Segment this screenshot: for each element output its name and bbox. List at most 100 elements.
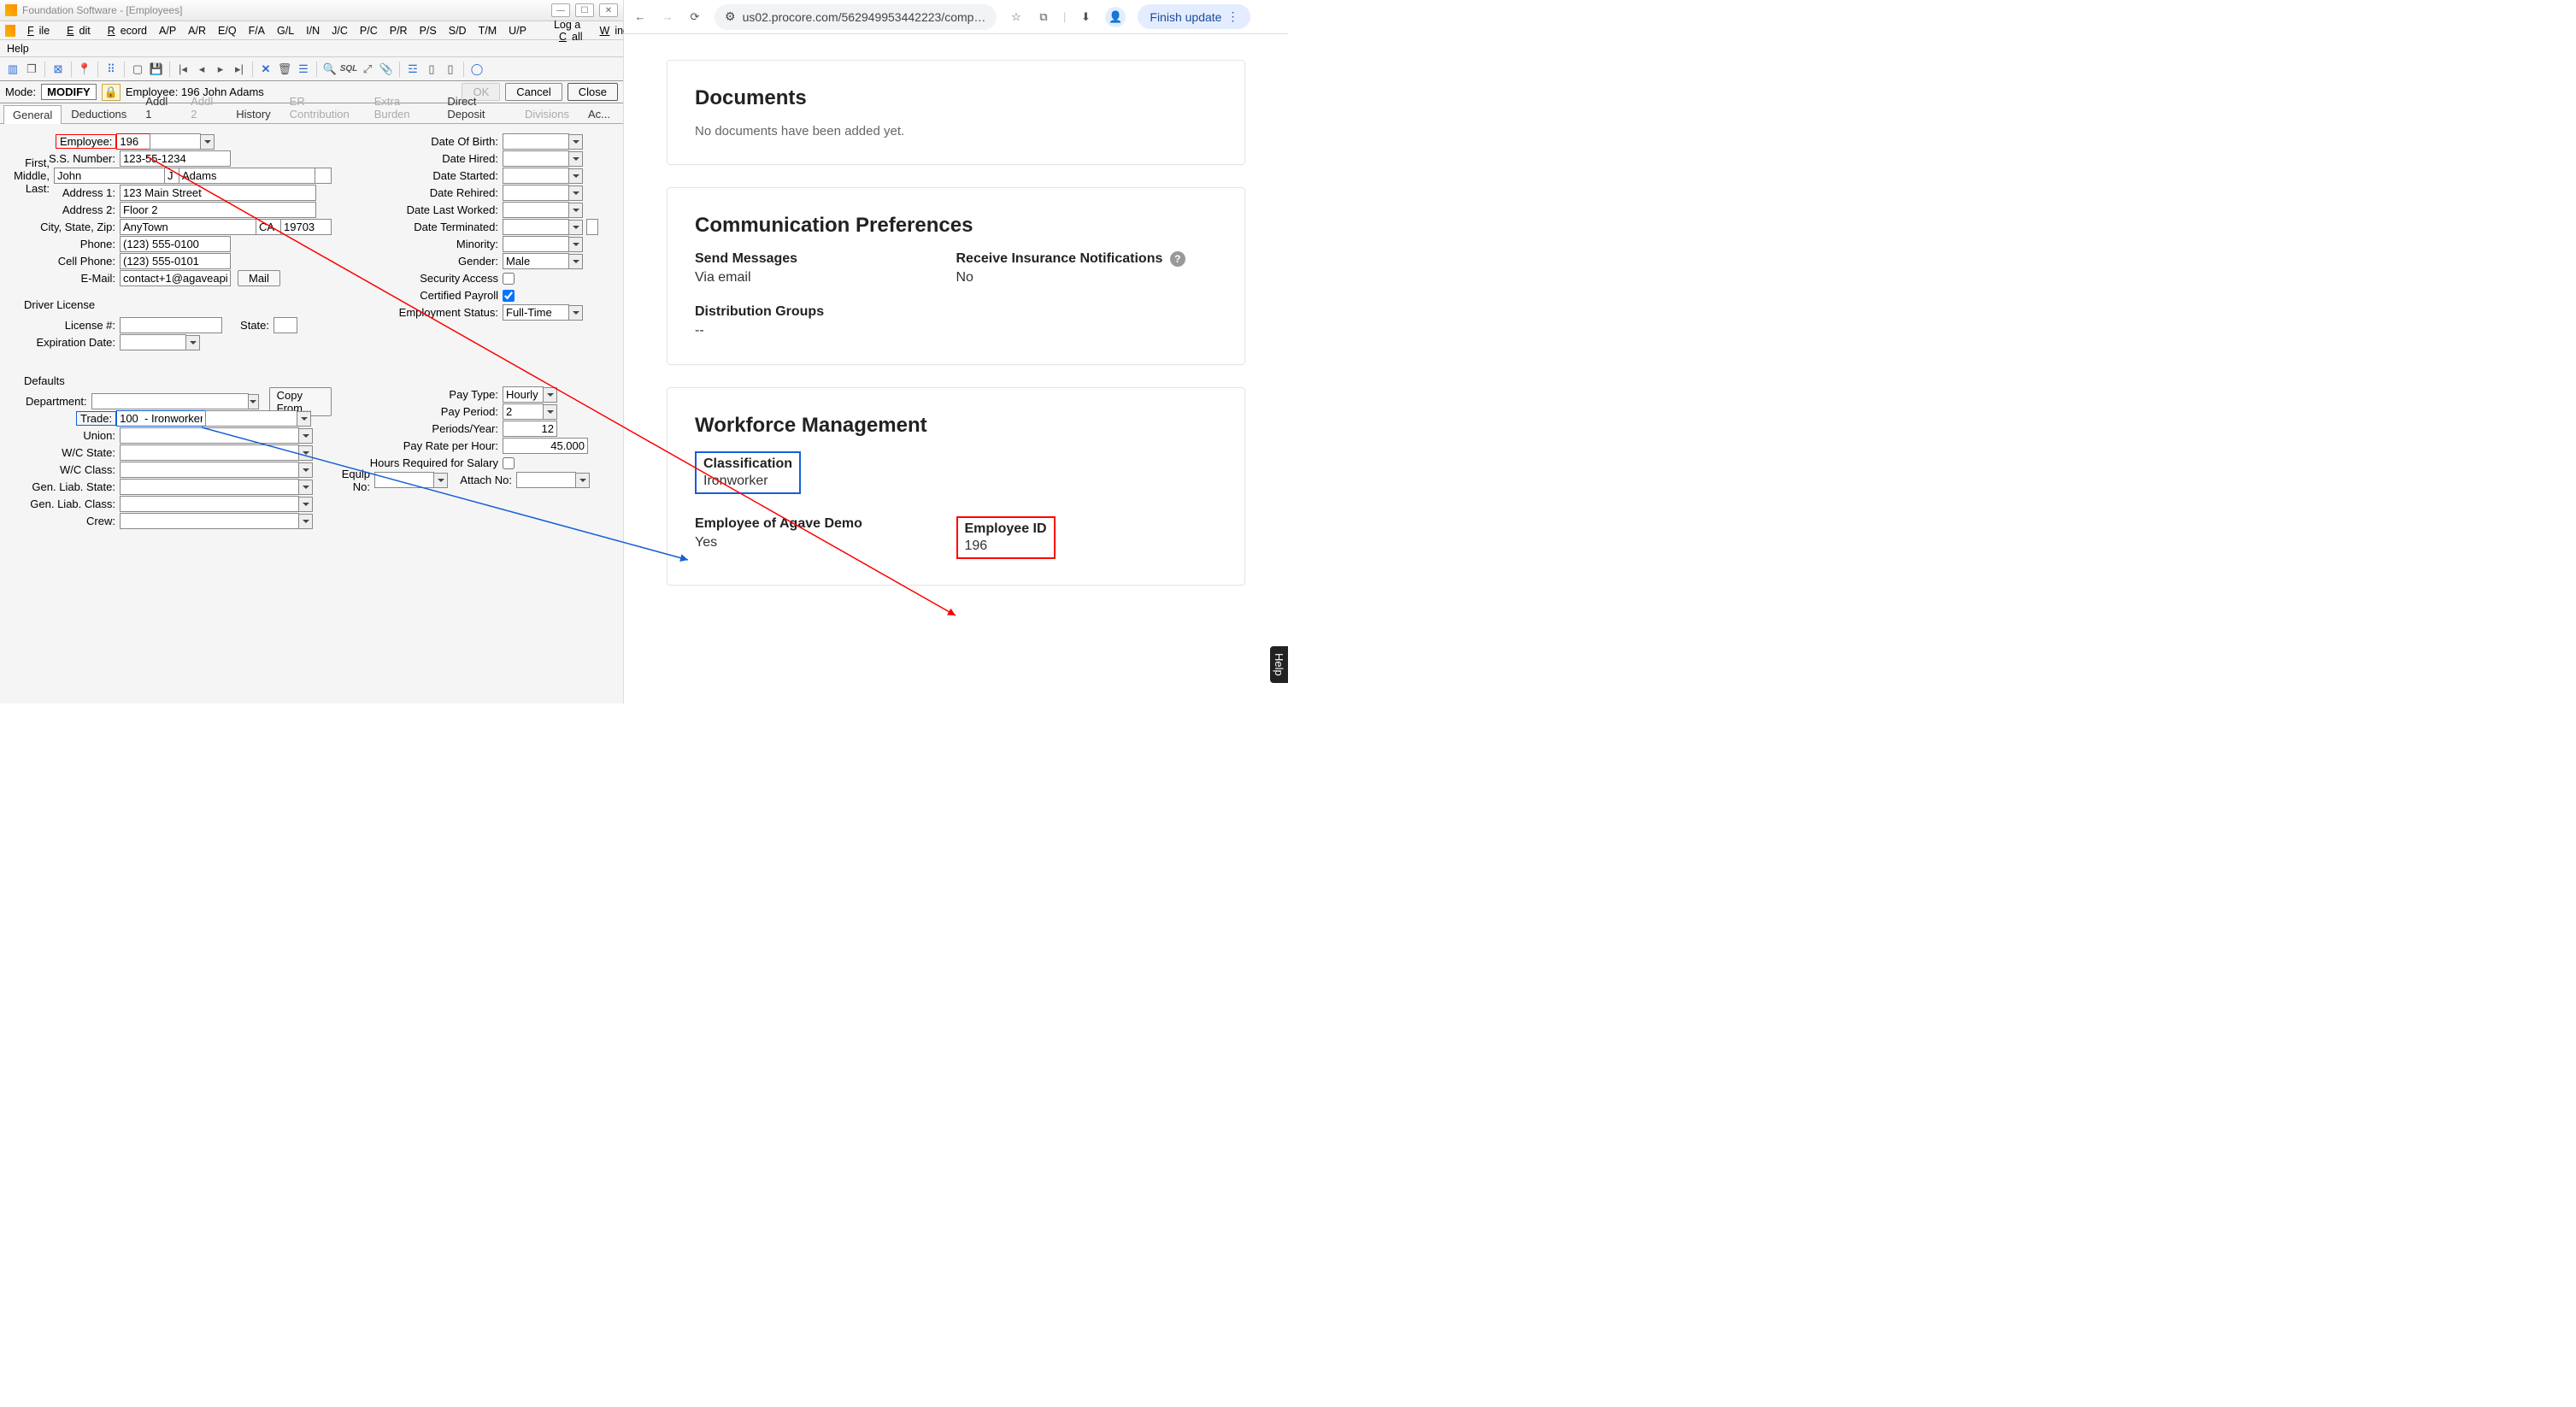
state-field[interactable]: [256, 219, 281, 235]
extension-icon[interactable]: ⧉: [1036, 9, 1051, 25]
maximize-icon[interactable]: ☐: [575, 3, 594, 17]
cell-field[interactable]: [120, 253, 231, 269]
menu-sd[interactable]: S/D: [444, 23, 472, 38]
hired-field[interactable]: [503, 150, 569, 167]
menu-log-call[interactable]: Log a Call: [549, 17, 588, 44]
phone-field[interactable]: [120, 236, 231, 252]
employee-field[interactable]: [116, 133, 150, 150]
menu-ap[interactable]: A/P: [154, 23, 181, 38]
rate-field[interactable]: [503, 438, 588, 454]
crew-field[interactable]: [120, 513, 299, 529]
close-button[interactable]: Close: [568, 83, 618, 101]
finish-update-button[interactable]: Finish update⋮: [1138, 4, 1250, 29]
attach-icon[interactable]: 📎: [379, 62, 394, 77]
doc2-icon[interactable]: ▯: [443, 62, 458, 77]
addr1-field[interactable]: [120, 185, 316, 201]
attach-dd[interactable]: [576, 473, 590, 488]
terminated-dd[interactable]: [569, 220, 583, 235]
menu-edit[interactable]: Edit: [56, 23, 96, 38]
menu-in[interactable]: I/N: [301, 23, 325, 38]
dl-state-field[interactable]: [273, 317, 297, 333]
rehired-field[interactable]: [503, 185, 569, 201]
minority-dd[interactable]: [569, 237, 583, 252]
terminated-field[interactable]: [503, 219, 569, 235]
dob-dd[interactable]: [569, 134, 583, 150]
dept-field[interactable]: [91, 393, 249, 409]
list-icon[interactable]: ☰: [296, 62, 311, 77]
help-icon[interactable]: ?: [1170, 251, 1185, 267]
tab-deductions[interactable]: Deductions: [62, 104, 136, 123]
gl-class-field[interactable]: [120, 496, 299, 512]
back-icon[interactable]: ←: [632, 9, 648, 25]
gender-dd[interactable]: [569, 254, 583, 269]
first-field[interactable]: [54, 168, 165, 184]
tab-addl1[interactable]: Addl 1: [136, 91, 181, 123]
delete-x-icon[interactable]: ✕: [258, 62, 273, 77]
payperiod-dd[interactable]: [544, 404, 557, 420]
org-icon[interactable]: ⠿: [103, 62, 119, 77]
tab-div[interactable]: Divisions: [515, 104, 579, 123]
download-icon[interactable]: ⬇: [1078, 9, 1093, 25]
attach-field[interactable]: [516, 472, 576, 488]
suffix-field[interactable]: [315, 168, 332, 184]
union-dd[interactable]: [299, 428, 313, 444]
tab-extra[interactable]: Extra Burden: [365, 91, 438, 123]
tab-general[interactable]: General: [3, 105, 62, 124]
gender-field[interactable]: [503, 253, 569, 269]
menu-help[interactable]: Help: [7, 43, 29, 55]
addr2-field[interactable]: [120, 202, 316, 218]
sec-access-check[interactable]: [503, 273, 515, 285]
email-field[interactable]: [120, 270, 231, 286]
save-icon[interactable]: 💾: [149, 62, 164, 77]
tab-more[interactable]: Ac...: [579, 104, 620, 123]
wc-state-dd[interactable]: [299, 445, 313, 461]
help-tab[interactable]: Help: [1270, 646, 1288, 683]
site-settings-icon[interactable]: ⚙: [725, 9, 736, 24]
paytype-field[interactable]: [503, 386, 544, 403]
tab-dd[interactable]: Direct Deposit: [438, 91, 515, 123]
menu-record[interactable]: Record: [97, 23, 152, 38]
mail-button[interactable]: Mail: [238, 270, 280, 286]
cert-payroll-check[interactable]: [503, 290, 515, 302]
sql-icon[interactable]: SQL: [341, 62, 356, 77]
trade-field[interactable]: [116, 410, 206, 427]
prev-icon[interactable]: ◂: [194, 62, 209, 77]
menu-gl[interactable]: G/L: [272, 23, 299, 38]
trash-icon[interactable]: 🗑: [277, 62, 292, 77]
hours-req-check[interactable]: [503, 457, 515, 469]
menu-file[interactable]: File: [17, 23, 55, 38]
employee-dd[interactable]: [201, 134, 215, 150]
equip-dd[interactable]: [434, 473, 448, 488]
profile-icon[interactable]: 👤: [1105, 7, 1126, 27]
copy-icon[interactable]: ❐: [24, 62, 39, 77]
pin-icon[interactable]: 📍: [77, 62, 92, 77]
employee-extra[interactable]: [150, 133, 201, 150]
exp-dd[interactable]: [186, 335, 200, 350]
close-rec-icon[interactable]: ⊠: [50, 62, 66, 77]
star-icon[interactable]: ☆: [1009, 9, 1024, 25]
lastworked-field[interactable]: [503, 202, 569, 218]
exp-field[interactable]: [120, 334, 186, 350]
tab-history[interactable]: History: [226, 104, 279, 123]
union-field[interactable]: [120, 427, 299, 444]
crew-dd[interactable]: [299, 514, 313, 529]
first-icon[interactable]: |◂: [175, 62, 191, 77]
wc-class-dd[interactable]: [299, 462, 313, 478]
license-no-field[interactable]: [120, 317, 222, 333]
bullets-icon[interactable]: ☲: [405, 62, 421, 77]
paytype-dd[interactable]: [544, 387, 557, 403]
wc-state-field[interactable]: [120, 444, 299, 461]
term-extra[interactable]: [586, 219, 598, 235]
last-field[interactable]: [179, 168, 315, 184]
started-dd[interactable]: [569, 168, 583, 184]
minority-field[interactable]: [503, 236, 569, 252]
tab-er[interactable]: ER Contribution: [280, 91, 365, 123]
equip-field[interactable]: [374, 472, 434, 488]
dob-field[interactable]: [503, 133, 569, 150]
dept-dd[interactable]: [249, 394, 259, 409]
lastworked-dd[interactable]: [569, 203, 583, 218]
hired-dd[interactable]: [569, 151, 583, 167]
periods-field[interactable]: [503, 421, 557, 437]
book-icon[interactable]: ▥: [5, 62, 21, 77]
gl-class-dd[interactable]: [299, 497, 313, 512]
